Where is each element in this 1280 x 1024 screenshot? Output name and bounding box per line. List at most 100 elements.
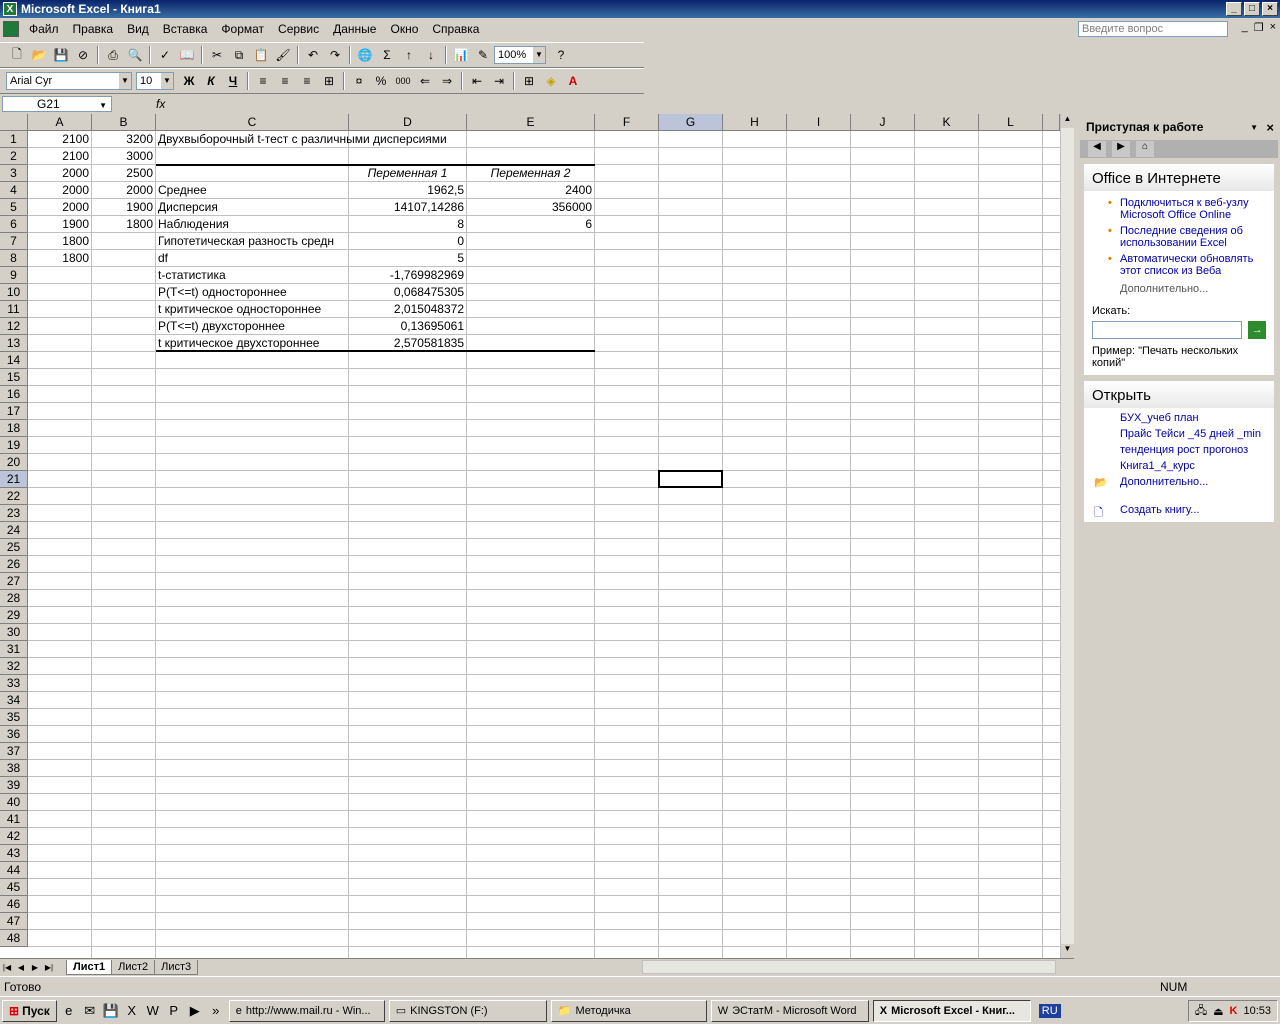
cell-c11[interactable]: t критическое одностороннее — [156, 301, 348, 318]
column-header-e[interactable]: E — [467, 114, 595, 131]
row-header-19[interactable]: 19 — [0, 437, 28, 454]
chevron-down-icon[interactable]: ▼ — [161, 73, 173, 89]
row-header-25[interactable]: 25 — [0, 539, 28, 556]
search-input[interactable] — [1092, 321, 1243, 339]
excel-app-icon[interactable]: X — [3, 2, 17, 16]
cell-c6[interactable]: Наблюдения — [156, 216, 348, 233]
cell-a4[interactable]: 2000 — [28, 182, 91, 199]
autosum-icon[interactable]: Σ — [376, 44, 398, 66]
recent-file-3[interactable]: тенденция рост прогоноз — [1084, 442, 1274, 458]
row-header-36[interactable]: 36 — [0, 726, 28, 743]
column-header-l[interactable]: L — [979, 114, 1043, 131]
usb-icon[interactable]: ⏏ — [1213, 1005, 1223, 1018]
save-quicklaunch-icon[interactable]: 💾 — [102, 1002, 120, 1020]
antivirus-icon[interactable]: K — [1230, 1005, 1238, 1017]
chart-wizard-icon[interactable]: 📊 — [450, 44, 472, 66]
cell-e5[interactable]: 356000 — [467, 199, 594, 216]
row-header-8[interactable]: 8 — [0, 250, 28, 267]
cell-c9[interactable]: t-статистика — [156, 267, 348, 284]
minimize-button[interactable]: _ — [1226, 2, 1242, 16]
cell-a3[interactable]: 2000 — [28, 165, 91, 182]
menu-file[interactable]: Файл — [22, 22, 66, 36]
cell-b4[interactable]: 2000 — [92, 182, 155, 199]
scroll-up-icon[interactable]: ▲ — [1061, 114, 1074, 128]
cut-icon[interactable]: ✂ — [206, 44, 228, 66]
column-header-j[interactable]: J — [851, 114, 915, 131]
increase-decimal-icon[interactable]: ⇐ — [414, 70, 436, 92]
menu-tools[interactable]: Сервис — [271, 22, 326, 36]
align-right-icon[interactable]: ≡ — [296, 70, 318, 92]
row-header-9[interactable]: 9 — [0, 267, 28, 284]
prev-sheet-icon[interactable]: ◀ — [14, 963, 28, 972]
row-header-38[interactable]: 38 — [0, 760, 28, 777]
bold-button[interactable]: Ж — [178, 70, 200, 92]
row-header-15[interactable]: 15 — [0, 369, 28, 386]
cell-e3[interactable]: Переменная 2 — [467, 165, 594, 182]
cell-c7[interactable]: Гипотетическая разность средн — [156, 233, 348, 250]
sheet-tab-1[interactable]: Лист1 — [66, 959, 113, 975]
name-box[interactable]: G21 ▼ — [2, 96, 112, 112]
row-header-20[interactable]: 20 — [0, 454, 28, 471]
task-folder[interactable]: 📁 Методичка — [550, 999, 707, 1022]
zoom-select[interactable]: 100% ▼ — [494, 46, 546, 64]
more-quicklaunch-icon[interactable]: » — [207, 1002, 225, 1020]
save-icon[interactable]: 💾 — [50, 44, 72, 66]
cell-a7[interactable]: 1800 — [28, 233, 91, 250]
row-header-31[interactable]: 31 — [0, 641, 28, 658]
italic-button[interactable]: К — [200, 70, 222, 92]
new-icon[interactable]: 🗋 — [6, 44, 28, 66]
row-header-32[interactable]: 32 — [0, 658, 28, 675]
row-header-37[interactable]: 37 — [0, 743, 28, 760]
spreadsheet-grid[interactable]: A B C D E F G H I J K L 1 2 3 4 5 6 7 8 9 10 11 12 13 14 15 16 17 18 1… — [0, 114, 1060, 958]
cell-b1[interactable]: 3200 — [92, 131, 155, 148]
spelling-icon[interactable]: ✓ — [154, 44, 176, 66]
row-header-1[interactable]: 1 — [0, 131, 28, 148]
column-header-i[interactable]: I — [787, 114, 851, 131]
paste-icon[interactable]: 📋 — [250, 44, 272, 66]
row-header-44[interactable]: 44 — [0, 862, 28, 879]
next-sheet-icon[interactable]: ▶ — [28, 963, 42, 972]
online-link-3[interactable]: Автоматически обновлять этот список из В… — [1084, 251, 1274, 279]
column-header-a[interactable]: A — [28, 114, 92, 131]
align-center-icon[interactable]: ≡ — [274, 70, 296, 92]
recent-file-4[interactable]: Книга1_4_курс — [1084, 458, 1274, 474]
row-header-6[interactable]: 6 — [0, 216, 28, 233]
merge-center-icon[interactable]: ⊞ — [318, 70, 340, 92]
more-files-link[interactable]: 📂 Дополнительно... — [1084, 474, 1274, 490]
increase-indent-icon[interactable]: ⇥ — [488, 70, 510, 92]
first-sheet-icon[interactable]: |◀ — [0, 963, 14, 972]
row-header-28[interactable]: 28 — [0, 590, 28, 607]
media-quicklaunch-icon[interactable]: ▶ — [186, 1002, 204, 1020]
chevron-down-icon[interactable]: ▼ — [1250, 123, 1258, 132]
drawing-icon[interactable]: ✎ — [472, 44, 494, 66]
row-header-42[interactable]: 42 — [0, 828, 28, 845]
row-header-14[interactable]: 14 — [0, 352, 28, 369]
row-header-29[interactable]: 29 — [0, 607, 28, 624]
more-link-online[interactable]: Дополнительно... — [1084, 279, 1274, 299]
row-header-5[interactable]: 5 — [0, 199, 28, 216]
cell-d12[interactable]: 0,13695061 — [349, 318, 466, 335]
forward-icon[interactable]: ▶ — [1112, 141, 1130, 157]
row-header-12[interactable]: 12 — [0, 318, 28, 335]
borders-icon[interactable]: ⊞ — [518, 70, 540, 92]
decrease-indent-icon[interactable]: ⇤ — [466, 70, 488, 92]
permission-icon[interactable]: ⊘ — [72, 44, 94, 66]
doc-minimize-button[interactable]: _ — [1242, 21, 1248, 34]
column-header-k[interactable]: K — [915, 114, 979, 131]
cell-b5[interactable]: 1900 — [92, 199, 155, 216]
row-header-7[interactable]: 7 — [0, 233, 28, 250]
row-header-48[interactable]: 48 — [0, 930, 28, 947]
maximize-button[interactable]: □ — [1244, 2, 1260, 16]
row-header-4[interactable]: 4 — [0, 182, 28, 199]
menu-help[interactable]: Справка — [425, 22, 486, 36]
fill-color-icon[interactable]: ◈ — [540, 70, 562, 92]
close-icon[interactable]: × — [1266, 120, 1274, 135]
language-indicator[interactable]: RU — [1038, 1003, 1061, 1018]
row-header-22[interactable]: 22 — [0, 488, 28, 505]
research-icon[interactable]: 📖 — [176, 44, 198, 66]
cell-d11[interactable]: 2,015048372 — [349, 301, 466, 318]
format-painter-icon[interactable]: 🖌 — [272, 44, 294, 66]
cell-d8[interactable]: 5 — [349, 250, 466, 267]
cell-a6[interactable]: 1900 — [28, 216, 91, 233]
online-link-2[interactable]: Последние сведения об использовании Exce… — [1084, 223, 1274, 251]
